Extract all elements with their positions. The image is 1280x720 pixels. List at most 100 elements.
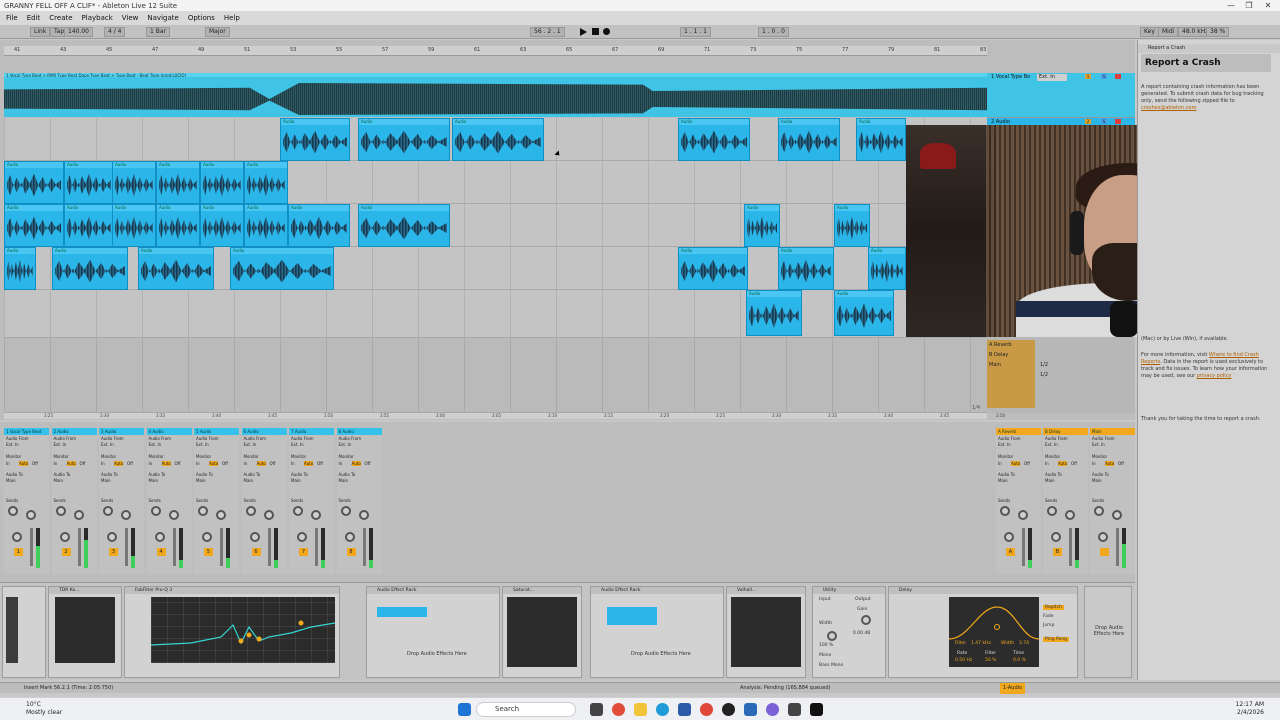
send-a-knob[interactable]: [340, 506, 351, 516]
send-b-knob[interactable]: [263, 510, 274, 520]
time-ruler[interactable]: 1:25 1:30 1:35 1:40 1:45 1:50 1:55 2:00 2:05 2:10…: [4, 413, 1005, 419]
strip-label[interactable]: Main: [244, 478, 254, 483]
strip-label[interactable]: Main: [1092, 478, 1102, 483]
audio-clip[interactable]: Audio: [200, 204, 244, 247]
strip-title[interactable]: 4 Audio: [146, 428, 192, 435]
monitor-option[interactable]: In: [998, 461, 1002, 466]
monitor-option[interactable]: In: [244, 461, 248, 466]
strip-label[interactable]: Main: [291, 478, 301, 483]
send-a-knob[interactable]: [1000, 506, 1010, 516]
send-a-knob[interactable]: [55, 506, 66, 516]
audio-clip[interactable]: Audio: [868, 247, 906, 290]
volume-fader[interactable]: [172, 528, 176, 566]
track-solo-1[interactable]: S: [1101, 74, 1107, 79]
track-activator[interactable]: A: [1006, 548, 1015, 556]
monitor-option[interactable]: Auto: [19, 461, 29, 466]
pan-knob[interactable]: [297, 532, 307, 542]
audio-clip[interactable]: Audio: [156, 204, 200, 247]
delay-mode-fade[interactable]: Fade: [1043, 614, 1054, 619]
link-button[interactable]: Link: [30, 27, 51, 37]
audio-clip[interactable]: Audio: [778, 247, 834, 290]
audio-clip[interactable]: Audio: [856, 118, 906, 161]
browser-icon[interactable]: [612, 703, 625, 716]
device-eq[interactable]: FabFilter Pro-Q 3: [124, 586, 340, 678]
track-activator[interactable]: 8: [346, 548, 356, 556]
send-a-knob[interactable]: [150, 506, 161, 516]
monitor-option[interactable]: In: [101, 461, 105, 466]
track-name-1[interactable]: 1 Vocal Type Bo: [989, 74, 1033, 81]
strip-title[interactable]: 3 Audio: [99, 428, 144, 435]
monitor-option[interactable]: Off: [1024, 461, 1030, 466]
monitor-option[interactable]: In: [1092, 461, 1096, 466]
monitor-option[interactable]: Auto: [351, 461, 361, 466]
play-button[interactable]: [580, 28, 587, 36]
strip-label[interactable]: Ext. In: [291, 442, 304, 447]
volume-fader[interactable]: [267, 528, 271, 566]
send-b-knob[interactable]: [121, 510, 131, 520]
audio-clip[interactable]: Audio: [200, 161, 244, 204]
pan-knob[interactable]: [1098, 532, 1108, 542]
track-activator-2[interactable]: 2: [1085, 119, 1091, 124]
delay-mode-repitch[interactable]: Repitch: [1043, 605, 1064, 610]
send-b-knob[interactable]: [1112, 510, 1122, 520]
pan-knob[interactable]: [202, 532, 212, 542]
monitor-option[interactable]: In: [291, 461, 295, 466]
audio-clip[interactable]: Audio: [834, 290, 894, 336]
strip-title[interactable]: 1 Vocal Type Beat: [4, 428, 49, 435]
monitor-option[interactable]: Auto: [1105, 461, 1115, 466]
pan-knob[interactable]: [59, 532, 70, 542]
device-utility[interactable]: Utility Input Output Gain Width Mono Bas…: [812, 586, 886, 678]
crash-email-link[interactable]: crashes@ableton.com: [1141, 105, 1196, 111]
discord-icon[interactable]: [766, 703, 779, 716]
volume-fader[interactable]: [1022, 528, 1025, 566]
track-input-1[interactable]: Ext. In: [1037, 74, 1067, 81]
chrome-icon[interactable]: [700, 703, 713, 716]
menu-create[interactable]: Create: [49, 14, 72, 22]
loop-start-field[interactable]: 1 . 1 . 1: [680, 27, 711, 37]
quantize-dropdown[interactable]: 1 Bar: [146, 27, 170, 37]
strip-label[interactable]: Ext. In: [149, 442, 162, 447]
rack2-drop-zone[interactable]: Drop Audio Effects Here: [631, 651, 691, 657]
audio-clip[interactable]: Audio: [678, 118, 750, 161]
strip-label[interactable]: Main: [54, 478, 64, 483]
track-activator[interactable]: 5: [204, 548, 213, 556]
send-a-knob[interactable]: [8, 506, 18, 516]
pan-knob[interactable]: [12, 532, 22, 542]
audio-clip[interactable]: Audio: [4, 204, 64, 247]
volume-fader[interactable]: [1069, 528, 1072, 566]
track-activator[interactable]: 2: [61, 548, 71, 556]
track-activator[interactable]: 7: [299, 548, 308, 556]
audio-clip[interactable]: Audio: [678, 247, 748, 290]
send-a-knob[interactable]: [1094, 506, 1104, 516]
send-b-knob[interactable]: [358, 510, 369, 520]
device-valhalla[interactable]: Valhall...: [726, 586, 806, 678]
strip-title[interactable]: 2 Audio: [51, 428, 97, 435]
utility-mono-button[interactable]: Mono: [819, 653, 831, 658]
return-a-label[interactable]: A Reverb: [989, 342, 1012, 348]
pan-knob[interactable]: [154, 532, 165, 542]
monitor-option[interactable]: Auto: [1011, 461, 1021, 466]
device-delay[interactable]: Delay Filter 1.47 kHz Width 3.74 Rate Fi…: [888, 586, 1078, 678]
strip-title[interactable]: 7 Audio: [289, 428, 334, 435]
audio-clip[interactable]: Audio: [244, 161, 288, 204]
strip-label[interactable]: Ext. In: [339, 442, 352, 447]
send-a-knob[interactable]: [198, 506, 208, 516]
strip-title[interactable]: Main: [1090, 428, 1135, 435]
send-b-knob[interactable]: [73, 510, 84, 520]
utility-bass-mono-button[interactable]: Bass Mono: [819, 663, 843, 668]
audio-clip[interactable]: Audio: [746, 290, 802, 336]
send-b-knob[interactable]: [216, 510, 226, 520]
stop-button[interactable]: [592, 28, 599, 35]
strip-label[interactable]: Ext. In: [998, 442, 1011, 447]
monitor-option[interactable]: Auto: [114, 461, 124, 466]
monitor-option[interactable]: Auto: [304, 461, 314, 466]
device-effect-rack-2[interactable]: Audio Effect Rack Drop Audio Effects Her…: [590, 586, 724, 678]
return-b-label[interactable]: B Delay: [989, 352, 1008, 358]
audio-clip[interactable]: Audio: [64, 161, 114, 204]
store-icon[interactable]: [678, 703, 691, 716]
monitor-option[interactable]: Off: [317, 461, 323, 466]
audio-clip[interactable]: Audio: [112, 161, 156, 204]
strip-label[interactable]: Ext. In: [54, 442, 67, 447]
utility-gain-knob[interactable]: [861, 615, 871, 625]
file-explorer-icon[interactable]: [634, 703, 647, 716]
